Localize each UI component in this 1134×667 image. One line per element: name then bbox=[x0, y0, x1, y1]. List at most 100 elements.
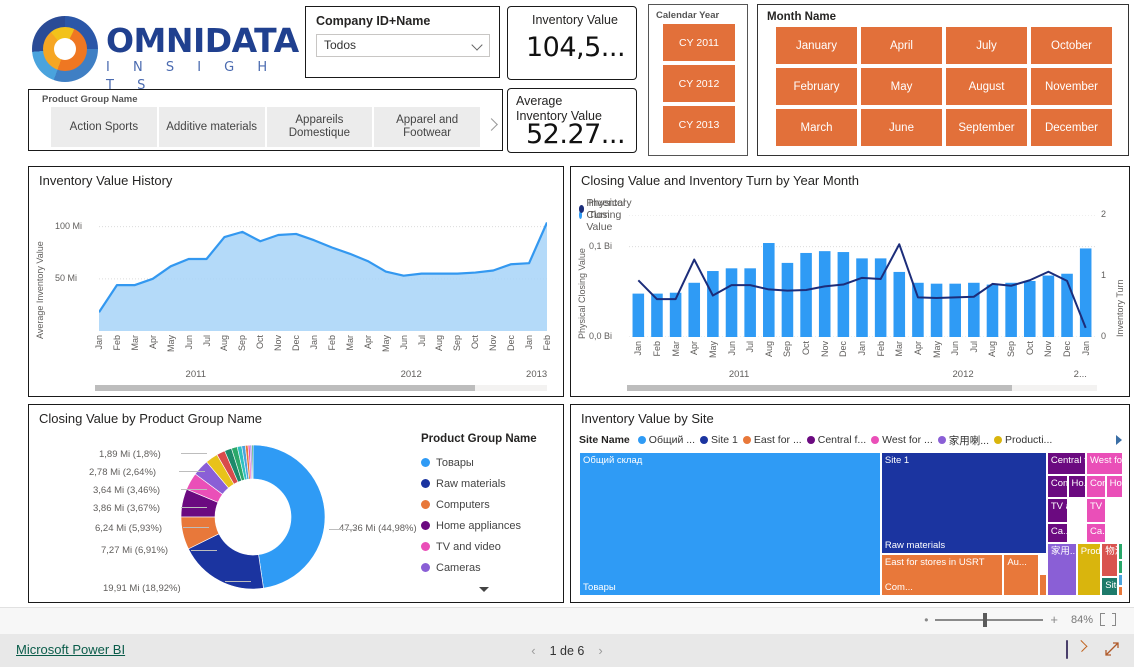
legend-label: Producti... bbox=[1005, 434, 1053, 446]
x-axis-year-label: 2011 bbox=[728, 369, 750, 380]
triangle-right-icon[interactable] bbox=[1114, 435, 1124, 445]
treemap-cell[interactable]: 家用... bbox=[1046, 542, 1077, 596]
company-slicer-label: Company ID+Name bbox=[316, 14, 431, 28]
legend-item[interactable]: Общий ... bbox=[637, 434, 695, 446]
treemap-cell[interactable]: Ca... bbox=[1086, 522, 1106, 543]
x-axis-tick: Aug bbox=[763, 341, 774, 358]
company-dropdown[interactable]: Todos bbox=[316, 34, 490, 57]
legend-label: Raw materials bbox=[436, 477, 506, 490]
treemap-cell[interactable]: East for stores in USRT Com... bbox=[880, 554, 1004, 596]
chevron-right-icon[interactable] bbox=[485, 116, 499, 134]
month-tile[interactable]: January bbox=[776, 27, 857, 64]
donut-data-label: 6,24 Mi (5,93%) bbox=[95, 523, 163, 534]
plus-icon[interactable]: + bbox=[1050, 612, 1058, 627]
treemap-cell[interactable]: Ca... bbox=[1046, 522, 1068, 543]
zoom-slider[interactable] bbox=[935, 612, 1044, 627]
treemap-cell[interactable] bbox=[1038, 574, 1047, 596]
treemap-cell[interactable]: Общий склад Товары bbox=[579, 452, 881, 596]
legend-item[interactable]: Home appliances bbox=[421, 515, 561, 536]
month-tile[interactable]: November bbox=[1031, 68, 1112, 105]
fullscreen-icon[interactable] bbox=[1104, 641, 1120, 657]
calendar-year-tile[interactable]: CY 2011 bbox=[663, 24, 735, 61]
treemap-cell[interactable] bbox=[1117, 560, 1123, 575]
treemap-cell[interactable]: Ho... bbox=[1067, 475, 1086, 499]
treemap-cell[interactable] bbox=[1117, 585, 1123, 596]
chevron-left-icon[interactable]: ‹ bbox=[531, 643, 535, 658]
x-axis-tick: Jan bbox=[524, 335, 535, 350]
x-axis-tick: Nov bbox=[273, 335, 284, 352]
treemap-legend: Site Name Общий ... Site 1 East for ... Cen… bbox=[579, 432, 1123, 448]
legend-item[interactable]: Raw materials bbox=[421, 473, 561, 494]
legend-item[interactable]: Central f... bbox=[806, 434, 866, 446]
zoom-slider-thumb[interactable] bbox=[983, 612, 988, 627]
treemap-cell-label: Site 1 bbox=[884, 455, 910, 466]
legend-swatch bbox=[421, 458, 430, 467]
month-tile[interactable]: December bbox=[1031, 109, 1112, 146]
legend-item[interactable]: Site 1 bbox=[700, 434, 738, 446]
legend-label: Inventory Turn bbox=[588, 197, 632, 221]
treemap-cell[interactable] bbox=[1117, 574, 1123, 586]
legend-item[interactable]: Producti... bbox=[994, 434, 1052, 446]
horizontal-scrollbar[interactable] bbox=[627, 385, 1097, 391]
y-axis-right-tick: 1 bbox=[1101, 270, 1107, 280]
treemap-cell[interactable]: Com... bbox=[1086, 475, 1106, 499]
legend-item[interactable]: West for ... bbox=[871, 434, 933, 446]
calendar-year-tile[interactable]: CY 2012 bbox=[663, 65, 735, 102]
treemap-cell[interactable]: Com... bbox=[1046, 475, 1068, 499]
horizontal-scrollbar[interactable] bbox=[95, 385, 547, 391]
x-axis-tick: Dec bbox=[506, 335, 517, 352]
chevron-down-icon[interactable] bbox=[479, 585, 491, 595]
month-tile[interactable]: August bbox=[946, 68, 1027, 105]
x-axis-tick: Apr bbox=[912, 341, 923, 356]
month-tile[interactable]: February bbox=[776, 68, 857, 105]
x-axis-tick: May bbox=[707, 341, 718, 359]
legend-item[interactable]: 家用喇... bbox=[937, 433, 989, 448]
chevron-right-icon[interactable]: › bbox=[598, 643, 602, 658]
x-axis-tick: Aug bbox=[219, 335, 230, 352]
legend-item[interactable]: Cameras bbox=[421, 557, 561, 578]
fit-to-page-icon[interactable] bbox=[1100, 612, 1116, 627]
month-tile[interactable]: September bbox=[946, 109, 1027, 146]
product-group-tile[interactable]: Appareils Domestique bbox=[266, 107, 373, 147]
treemap-cell-sublabel: Товары bbox=[583, 582, 616, 593]
leader-line bbox=[181, 507, 207, 508]
legend-item[interactable]: Computers bbox=[421, 494, 561, 515]
treemap-cell[interactable]: TV ... bbox=[1086, 498, 1106, 523]
treemap-cell[interactable]: Au... bbox=[1003, 554, 1039, 596]
month-tile[interactable]: May bbox=[861, 68, 942, 105]
legend-item[interactable]: TV and video bbox=[421, 536, 561, 557]
product-group-tile[interactable]: Action Sports bbox=[51, 107, 157, 147]
x-axis-tick: Jul bbox=[745, 341, 756, 353]
legend-swatch bbox=[937, 436, 946, 444]
x-axis-tick: Jun bbox=[950, 341, 961, 356]
treemap-cell[interactable]: Site ... bbox=[1101, 577, 1118, 596]
treemap-cell-label: Ca... bbox=[1050, 525, 1067, 537]
legend-label: Home appliances bbox=[436, 519, 521, 532]
legend-item[interactable]: East for ... bbox=[742, 434, 802, 446]
month-tile[interactable]: June bbox=[861, 109, 942, 146]
treemap-cell[interactable]: Central for... bbox=[1046, 452, 1086, 476]
calendar-year-tile[interactable]: CY 2013 bbox=[663, 106, 735, 143]
treemap-cell[interactable]: Ho... bbox=[1105, 475, 1123, 499]
legend-item[interactable]: Inventory Turn bbox=[579, 197, 634, 221]
treemap-cell[interactable]: 物流... bbox=[1101, 542, 1118, 578]
donut-legend: Product Group Name Товары Raw materials Co… bbox=[421, 433, 561, 578]
leader-line bbox=[191, 550, 217, 551]
share-icon[interactable] bbox=[1066, 640, 1082, 659]
minus-icon[interactable]: • bbox=[924, 613, 928, 627]
month-tile[interactable]: October bbox=[1031, 27, 1112, 64]
visual-title: Closing Value by Product Group Name bbox=[39, 411, 263, 426]
treemap-cell[interactable]: Prod... bbox=[1076, 542, 1102, 596]
product-group-tile[interactable]: Apparel and Footwear bbox=[374, 107, 480, 147]
product-group-tile[interactable]: Additive materials bbox=[158, 107, 265, 147]
month-tile[interactable]: July bbox=[946, 27, 1027, 64]
treemap-cell[interactable]: Site 1 Raw materials bbox=[880, 452, 1047, 555]
treemap-cell[interactable]: TV a... bbox=[1046, 498, 1068, 523]
month-tile[interactable]: March bbox=[776, 109, 857, 146]
legend-item[interactable]: Товары bbox=[421, 452, 561, 473]
treemap-cell[interactable]: West for s... bbox=[1086, 452, 1123, 476]
treemap-cell[interactable] bbox=[1117, 542, 1123, 560]
month-tile[interactable]: April bbox=[861, 27, 942, 64]
microsoft-power-bi-link[interactable]: Microsoft Power BI bbox=[16, 642, 125, 657]
company-dropdown-value: Todos bbox=[324, 38, 357, 52]
